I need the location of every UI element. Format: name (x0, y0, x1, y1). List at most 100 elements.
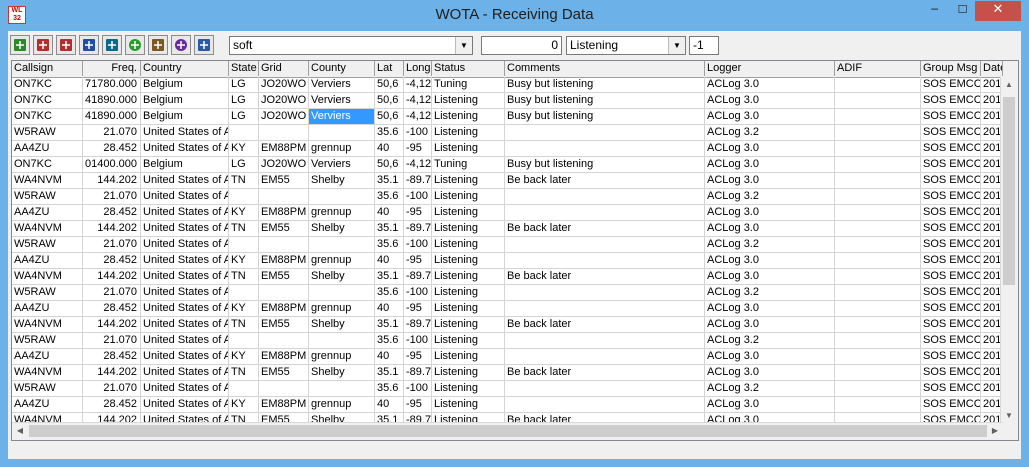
cell-callsign[interactable]: AA4ZU (12, 301, 83, 317)
cell-freq[interactable]: 41890.000 (83, 109, 141, 125)
cell-county[interactable]: grennup (309, 349, 375, 365)
cell-freq[interactable]: 144.202 (83, 365, 141, 381)
cell-freq[interactable]: 21.070 (83, 381, 141, 397)
cell-freq[interactable]: 21.070 (83, 285, 141, 301)
cell-logger[interactable]: ACLog 3.0 (705, 141, 835, 157)
cell-comments[interactable]: Busy but listening (505, 109, 705, 125)
cell-adif[interactable] (835, 301, 921, 317)
cell-state[interactable]: KY (229, 349, 259, 365)
cell-callsign[interactable]: W5RAW (12, 237, 83, 253)
cell-status[interactable]: Listening (432, 381, 505, 397)
cell-comments[interactable] (505, 333, 705, 349)
cell-long[interactable]: -4,12 (404, 109, 432, 125)
cell-freq[interactable]: 28.452 (83, 141, 141, 157)
cell-group-msg[interactable]: SOS EMCC (921, 237, 981, 253)
cell-county[interactable]: Verviers (309, 93, 375, 109)
cell-grid[interactable]: JO20WO (259, 93, 309, 109)
table-row[interactable]: WA4NVM 144.202 United States of A TN EM55 She… (12, 365, 1018, 381)
cell-freq[interactable]: 144.202 (83, 173, 141, 189)
table-row[interactable]: AA4ZU 28.452 United States of A KY EM88PM gre… (12, 205, 1018, 221)
cell-logger[interactable]: ACLog 3.0 (705, 221, 835, 237)
cell-freq[interactable]: 28.452 (83, 397, 141, 413)
cell-grid[interactable]: EM88PM (259, 205, 309, 221)
cell-status[interactable]: Listening (432, 317, 505, 333)
cell-state[interactable]: LG (229, 93, 259, 109)
cell-group-msg[interactable]: SOS EMCC (921, 349, 981, 365)
cell-callsign[interactable]: ON7KC (12, 77, 83, 93)
cell-county[interactable]: Shelby (309, 269, 375, 285)
cell-long[interactable]: -100 (404, 381, 432, 397)
cell-group-msg[interactable]: SOS EMCC (921, 333, 981, 349)
data-grid[interactable]: Callsign Freq. Country State Grid County Lat Lo… (11, 60, 1019, 441)
title-bar[interactable]: WL 32 WOTA - Receiving Data ─ ☐ ✕ (0, 0, 1029, 31)
cell-long[interactable]: -100 (404, 285, 432, 301)
cell-country[interactable]: United States of A (141, 173, 229, 189)
cell-callsign[interactable]: W5RAW (12, 333, 83, 349)
cell-state[interactable] (229, 333, 259, 349)
cell-state[interactable] (229, 125, 259, 141)
cell-callsign[interactable]: AA4ZU (12, 253, 83, 269)
cell-grid[interactable]: EM88PM (259, 397, 309, 413)
cell-group-msg[interactable]: SOS EMCC (921, 141, 981, 157)
cell-county[interactable] (309, 125, 375, 141)
cell-country[interactable]: Belgium (141, 109, 229, 125)
cell-adif[interactable] (835, 397, 921, 413)
cell-status[interactable]: Listening (432, 173, 505, 189)
cell-group-msg[interactable]: SOS EMCC (921, 157, 981, 173)
count-field[interactable]: 0 (481, 36, 562, 55)
cell-callsign[interactable]: W5RAW (12, 125, 83, 141)
cell-county[interactable]: grennup (309, 397, 375, 413)
cell-county[interactable] (309, 333, 375, 349)
cell-country[interactable]: United States of A (141, 285, 229, 301)
cell-state[interactable] (229, 237, 259, 253)
cell-status[interactable]: Listening (432, 301, 505, 317)
column-header-group-msg[interactable]: Group Msg (921, 61, 981, 76)
cell-adif[interactable] (835, 253, 921, 269)
cell-logger[interactable]: ACLog 3.2 (705, 125, 835, 141)
cell-status[interactable]: Listening (432, 189, 505, 205)
cell-country[interactable]: United States of A (141, 301, 229, 317)
cell-status[interactable]: Listening (432, 205, 505, 221)
cell-group-msg[interactable]: SOS EMCC (921, 301, 981, 317)
cell-state[interactable]: TN (229, 173, 259, 189)
cell-adif[interactable] (835, 189, 921, 205)
cell-freq[interactable]: 144.202 (83, 317, 141, 333)
cell-comments[interactable]: Busy but listening (505, 93, 705, 109)
column-header-country[interactable]: Country (141, 61, 229, 76)
cell-long[interactable]: -95 (404, 301, 432, 317)
table-row[interactable]: WA4NVM 144.202 United States of A TN EM55 She… (12, 317, 1018, 333)
cell-lat[interactable]: 35.1 (375, 269, 404, 285)
cell-logger[interactable]: ACLog 3.0 (705, 109, 835, 125)
cell-long[interactable]: -4,12 (404, 77, 432, 93)
cell-comments[interactable] (505, 253, 705, 269)
horizontal-scrollbar[interactable]: ◀ ▶ (12, 422, 1003, 440)
table-row[interactable]: W5RAW21.070United States of A 35.6-100Lis… (12, 285, 1018, 301)
cell-status[interactable]: Listening (432, 253, 505, 269)
cell-freq[interactable]: 21.070 (83, 333, 141, 349)
cell-freq[interactable]: 144.202 (83, 269, 141, 285)
table-row[interactable]: W5RAW21.070United States of A 35.6-100Lis… (12, 333, 1018, 349)
cell-freq[interactable]: 28.452 (83, 253, 141, 269)
cell-country[interactable]: United States of A (141, 381, 229, 397)
cell-status[interactable]: Listening (432, 125, 505, 141)
cell-status[interactable]: Tuning (432, 157, 505, 173)
cell-comments[interactable] (505, 237, 705, 253)
cell-freq[interactable]: 21.070 (83, 125, 141, 141)
cell-lat[interactable]: 50,6 (375, 77, 404, 93)
cell-state[interactable]: TN (229, 317, 259, 333)
cell-status[interactable]: Listening (432, 349, 505, 365)
cell-adif[interactable] (835, 205, 921, 221)
cell-comments[interactable]: Be back later (505, 317, 705, 333)
cell-adif[interactable] (835, 237, 921, 253)
toolbar-button-globe[interactable] (125, 35, 145, 55)
table-row[interactable]: AA4ZU 28.452 United States of A KY EM88PM gre… (12, 397, 1018, 413)
column-header-long[interactable]: Long (404, 61, 432, 76)
cell-state[interactable] (229, 381, 259, 397)
cell-logger[interactable]: ACLog 3.0 (705, 269, 835, 285)
toolbar-button-receive[interactable] (10, 35, 30, 55)
cell-adif[interactable] (835, 381, 921, 397)
cell-status[interactable]: Listening (432, 333, 505, 349)
column-header-adif[interactable]: ADIF (835, 61, 921, 76)
cell-freq[interactable]: 28.452 (83, 301, 141, 317)
cell-status[interactable]: Listening (432, 285, 505, 301)
